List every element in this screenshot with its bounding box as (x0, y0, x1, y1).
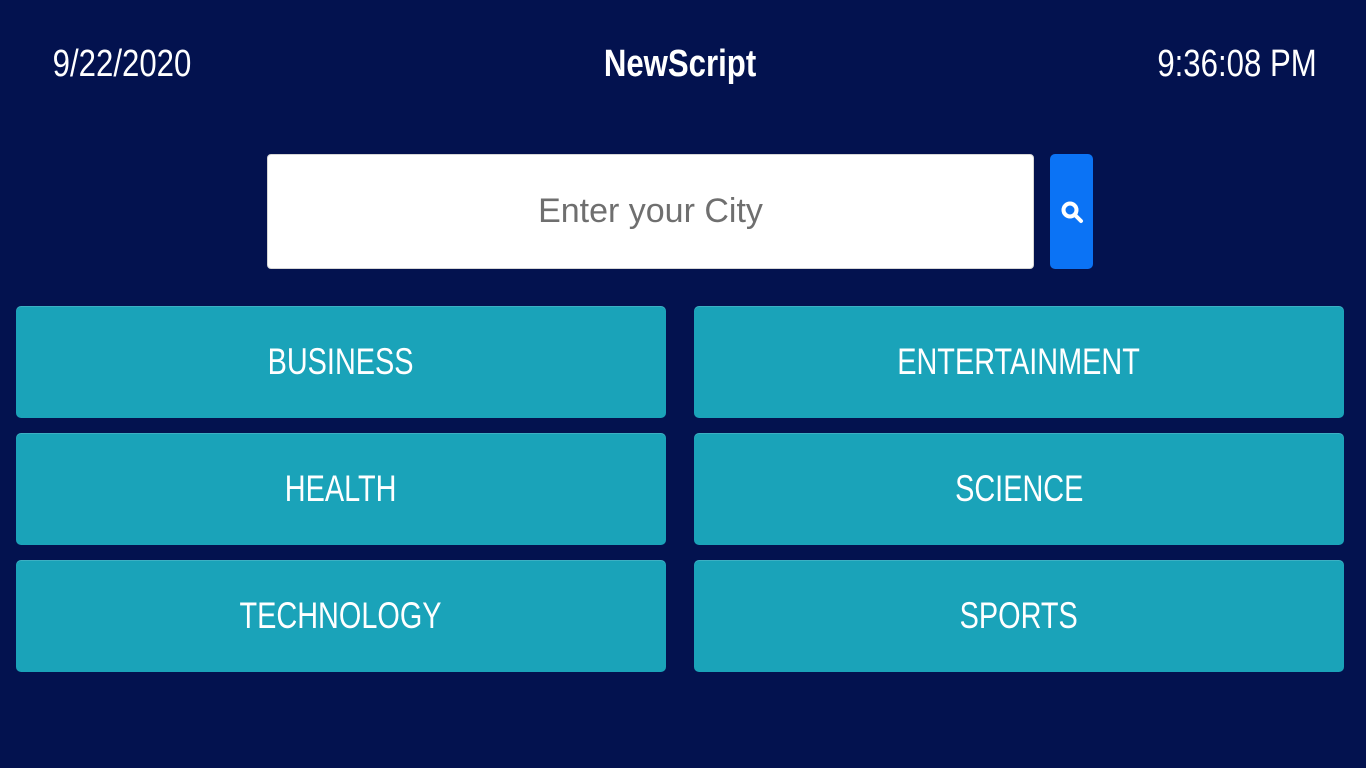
news-app-page: 9/22/2020 NewScript 9:36:08 PM BUSINESS … (0, 0, 1366, 768)
current-time-text: 9:36:08 PM (1157, 43, 1317, 85)
category-technology-label: TECHNOLOGY (239, 595, 443, 636)
search-button[interactable] (1050, 154, 1093, 269)
category-business-label: BUSINESS (268, 341, 414, 382)
category-health-button[interactable]: HEALTH (16, 433, 666, 545)
category-technology-button[interactable]: TECHNOLOGY (16, 560, 666, 672)
category-science-button[interactable]: SCIENCE (694, 433, 1344, 545)
category-entertainment-button[interactable]: ENTERTAINMENT (694, 306, 1344, 418)
category-sports-button[interactable]: SPORTS (694, 560, 1344, 672)
search-icon (1061, 201, 1083, 223)
category-science-label: SCIENCE (954, 468, 1084, 509)
current-date-text: 9/22/2020 (52, 43, 192, 85)
category-health-label: HEALTH (285, 468, 397, 509)
news-category-grid: BUSINESS ENTERTAINMENT HEALTH SCIENCE TE… (16, 306, 1344, 672)
category-sports-label: SPORTS (959, 595, 1079, 636)
city-search-bar (267, 154, 1093, 269)
app-header: 9/22/2020 NewScript 9:36:08 PM (0, 32, 1366, 96)
city-search-input[interactable] (267, 154, 1034, 269)
category-business-button[interactable]: BUSINESS (16, 306, 666, 418)
app-title-text: NewScript (603, 43, 757, 85)
category-entertainment-label: ENTERTAINMENT (897, 341, 1141, 382)
